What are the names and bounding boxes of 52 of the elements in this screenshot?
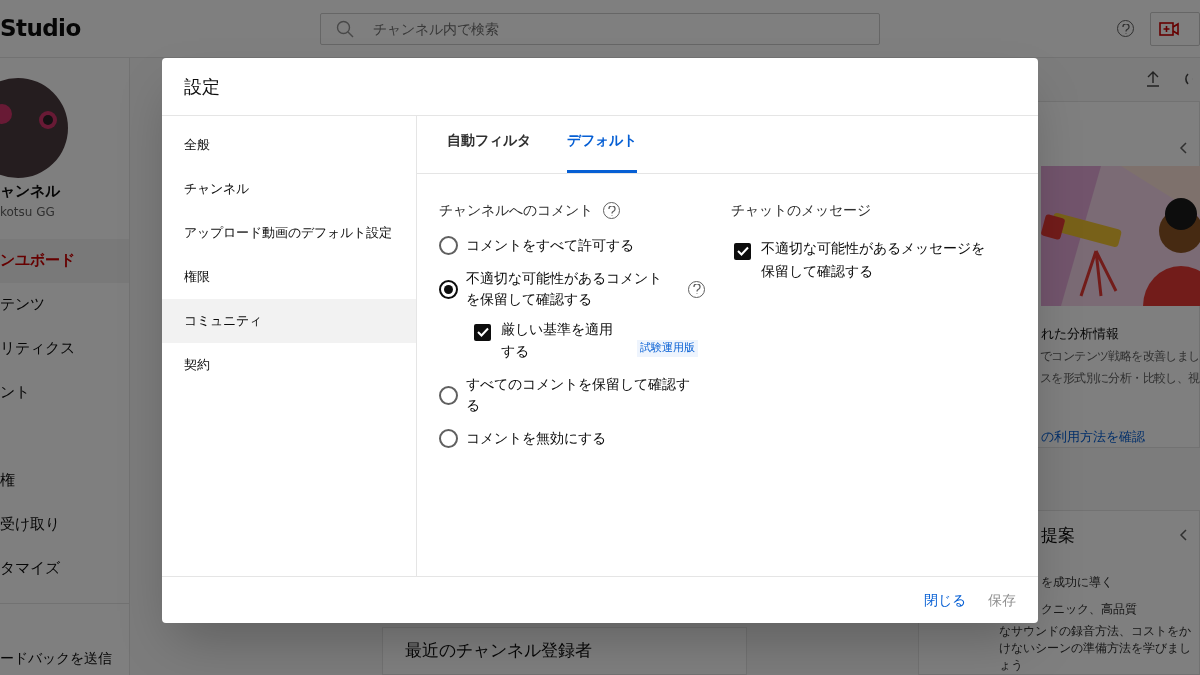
card-title: れた分析情報 [1041, 324, 1120, 343]
tab[interactable]: デフォルト [567, 128, 637, 173]
section-heading: チャンネルへのコメント [439, 201, 593, 220]
radio-button[interactable] [439, 385, 458, 405]
sidebar-item[interactable]: 権 [0, 458, 129, 503]
settings-nav-item[interactable]: アップロード動画のデフォルト設定 [162, 211, 416, 255]
radio-label[interactable]: 不適切な可能性があるコメントを保留して確認する [466, 268, 666, 310]
radio-label[interactable]: コメントを無効にする [466, 428, 694, 449]
sidebar-item[interactable]: テンツ [0, 282, 129, 327]
radio-label[interactable]: すべてのコメントを保留して確認する [466, 374, 694, 416]
settings-nav-item[interactable]: チャンネル [162, 167, 416, 211]
radio-button[interactable] [439, 279, 458, 299]
card-text: けないシーンの準備方法を学びまし [999, 640, 1192, 657]
channel-handle: kotsu GG [0, 203, 56, 221]
radio-button[interactable] [439, 236, 458, 255]
checkbox[interactable] [474, 323, 491, 341]
studio-logo[interactable]: Studio [0, 11, 320, 46]
checkbox-label[interactable]: 厳しい基準を適用する [501, 318, 619, 362]
search-field[interactable]: チャンネル内で検索 [320, 12, 880, 45]
dialog-title: 設定 [184, 75, 220, 99]
card-text: クニック、高品質 [1041, 601, 1138, 618]
settings-nav-item[interactable]: 契約 [162, 343, 416, 387]
card-text: なサウンドの録音方法、コストをか [999, 623, 1192, 640]
experimental-badge: 試験運用版 [637, 340, 698, 357]
sidebar-item[interactable]: タマイズ [0, 546, 129, 591]
radio-button[interactable] [439, 429, 458, 448]
chevron-left-icon [1179, 141, 1187, 154]
dialog-button[interactable]: 閉じる [924, 589, 966, 611]
card-title: 最近のチャンネル登録者 [404, 640, 592, 660]
feedback-link[interactable]: ードバックを送信 [0, 648, 112, 669]
sidebar-item[interactable]: ント [0, 370, 129, 415]
settings-nav-item[interactable]: 全般 [162, 123, 416, 167]
card-title: 提案 [1041, 523, 1075, 547]
create-button[interactable] [1150, 11, 1200, 46]
card-text: スを形式別に分析・比較し、視 [1040, 370, 1199, 387]
checkbox[interactable] [734, 242, 751, 260]
channel-name: ャンネル [0, 181, 61, 202]
checkbox-label[interactable]: 不適切な可能性があるメッセージを保留して確認する [761, 237, 993, 283]
card-text: を成功に導く [1041, 574, 1114, 591]
tab[interactable]: 自動フィルタ [447, 128, 531, 173]
card-text: ょう [999, 657, 1024, 674]
sidebar-item[interactable]: リティクス [0, 326, 129, 371]
radio-label[interactable]: コメントをすべて許可する [466, 235, 694, 256]
chevron-left-icon [1179, 529, 1187, 542]
upload-icon [1146, 71, 1160, 88]
sidebar-item[interactable]: 受け取り [0, 502, 129, 547]
settings-nav-item[interactable]: 権限 [162, 255, 416, 299]
video-plus-icon [1159, 20, 1179, 37]
settings-nav-item[interactable]: コミュニティ [162, 299, 416, 343]
search-icon [336, 19, 354, 38]
section-heading: チャットのメッセージ [731, 201, 872, 220]
card-text: でコンテンツ戦略を改善しまし [1040, 348, 1199, 365]
